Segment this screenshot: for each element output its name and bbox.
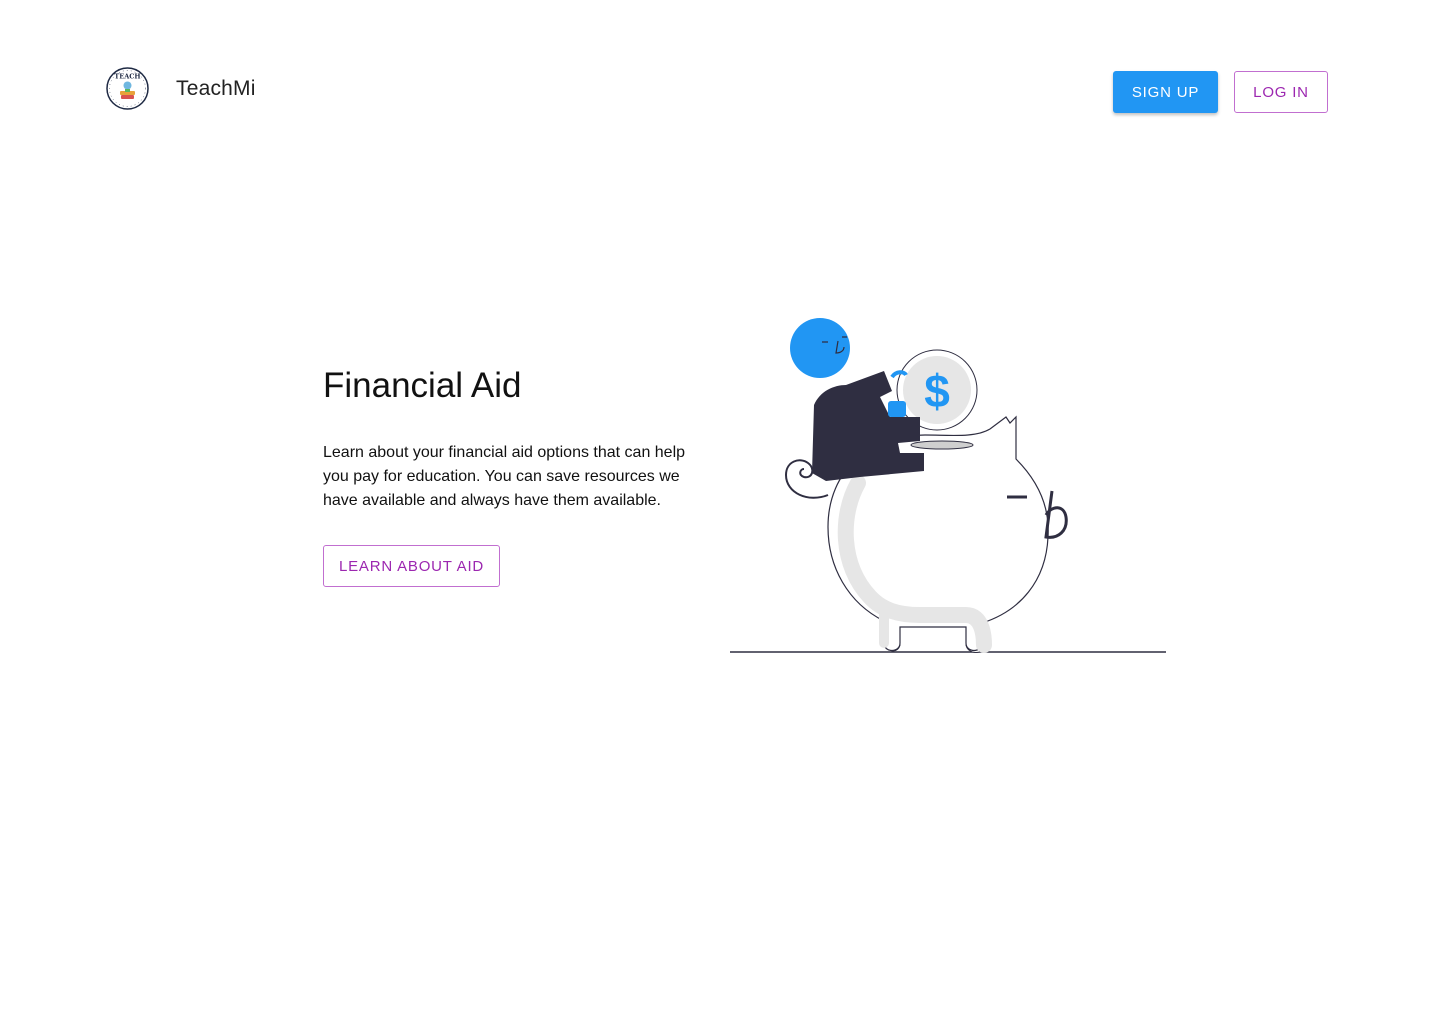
dollar-icon: $ [924, 365, 950, 417]
teachmi-logo-icon[interactable]: TEACH [106, 67, 149, 110]
pig-snout [1044, 490, 1068, 539]
hero-description: Learn about your financial aid options t… [323, 444, 686, 509]
page-title: Financial Aid [323, 366, 522, 405]
brand-name[interactable]: TeachMi [176, 77, 256, 101]
learn-about-aid-button[interactable]: LEARN ABOUT AID [323, 545, 500, 587]
piggy-bank-illustration: $ [720, 305, 1180, 665]
svg-text:TEACH: TEACH [114, 73, 140, 81]
coin-slot [910, 440, 974, 450]
page: TEACH TeachMi SIGN UP LOG IN Financial A… [0, 0, 1440, 1024]
top-nav: TEACH TeachMi SIGN UP LOG IN [0, 0, 1440, 180]
person-head [790, 318, 850, 378]
person-hand [888, 401, 906, 417]
sign-up-button[interactable]: SIGN UP [1113, 71, 1218, 113]
log-in-button[interactable]: LOG IN [1234, 71, 1328, 113]
